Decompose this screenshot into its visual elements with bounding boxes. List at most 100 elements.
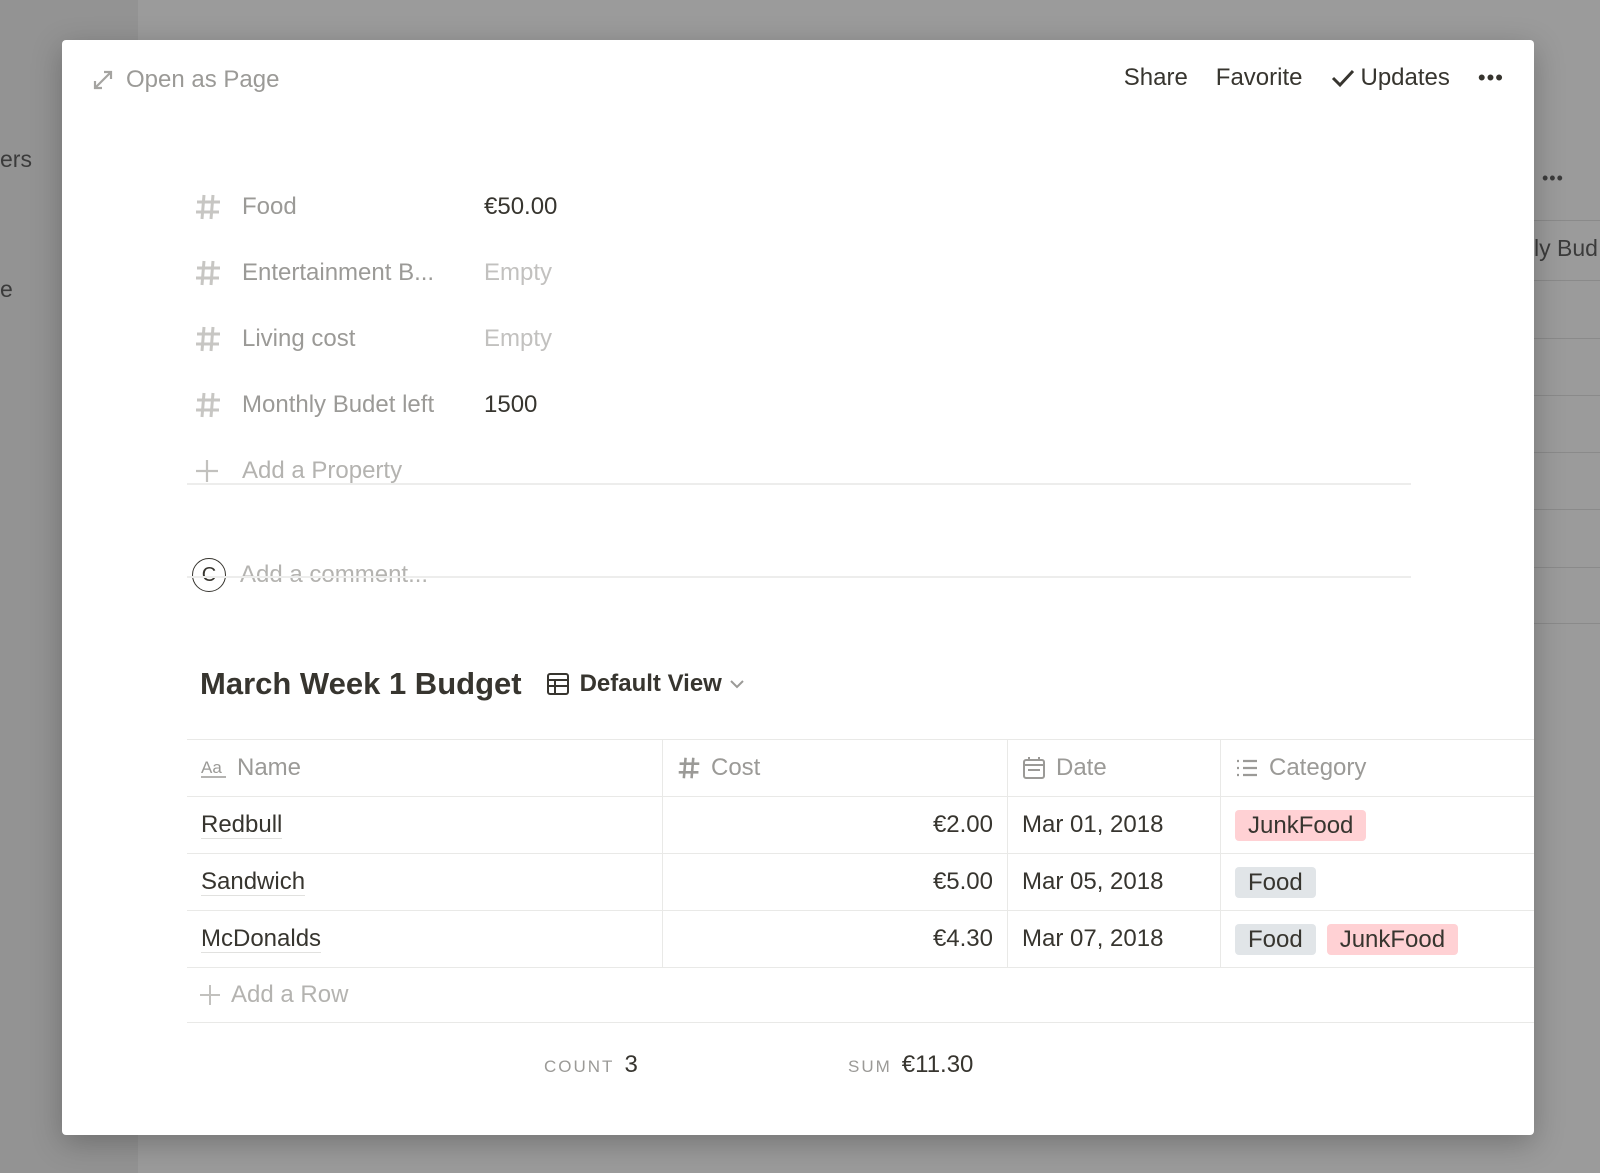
property-value[interactable]: Empty bbox=[484, 259, 552, 287]
section-divider bbox=[187, 483, 1411, 485]
share-button[interactable]: Share bbox=[1124, 64, 1188, 92]
count-label: COUNT bbox=[544, 1057, 615, 1076]
chevron-down-icon bbox=[730, 680, 744, 689]
table-row[interactable]: McDonalds €4.30 Mar 07, 2018 Food JunkFo… bbox=[187, 911, 1534, 968]
date-cell[interactable]: Mar 07, 2018 bbox=[1008, 911, 1221, 967]
updates-button[interactable]: Updates bbox=[1331, 64, 1450, 92]
number-hash-icon bbox=[192, 325, 242, 353]
count-aggregate[interactable]: COUNT 3 bbox=[544, 1051, 638, 1079]
table-row[interactable]: Sandwich €5.00 Mar 05, 2018 Food bbox=[187, 854, 1534, 911]
property-row[interactable]: Food €50.00 bbox=[192, 174, 1392, 240]
background-text: e bbox=[0, 276, 13, 302]
add-property-button[interactable]: Add a Property bbox=[192, 438, 1392, 504]
expand-arrows-icon bbox=[93, 70, 113, 90]
property-value[interactable]: Empty bbox=[484, 325, 552, 353]
database-table: Aa Name Cost Date Category Redbull €2.00… bbox=[187, 739, 1534, 1023]
background-more-icon: ••• bbox=[1542, 168, 1564, 188]
add-row-button[interactable]: Add a Row bbox=[187, 968, 1534, 1023]
sum-label: SUM bbox=[848, 1057, 892, 1076]
favorite-button[interactable]: Favorite bbox=[1216, 64, 1303, 92]
property-name: Living cost bbox=[242, 325, 356, 352]
section-divider bbox=[187, 576, 1411, 578]
background-divider bbox=[1534, 509, 1600, 510]
cost-cell[interactable]: €4.30 bbox=[663, 911, 1008, 967]
background-divider bbox=[1534, 395, 1600, 396]
background-divider bbox=[1534, 220, 1600, 221]
property-name: Food bbox=[242, 193, 297, 220]
properties-list: Food €50.00 Entertainment B... Empty Liv… bbox=[192, 174, 1392, 504]
background-text: ly Bud bbox=[1534, 235, 1598, 261]
date-cell[interactable]: Mar 05, 2018 bbox=[1008, 854, 1221, 910]
table-header-row: Aa Name Cost Date Category bbox=[187, 739, 1534, 797]
database-header: March Week 1 Budget Default View bbox=[200, 666, 754, 702]
background-divider bbox=[1534, 338, 1600, 339]
column-header-date[interactable]: Date bbox=[1008, 740, 1221, 796]
name-cell[interactable]: Redbull bbox=[187, 797, 663, 853]
category-cell[interactable]: JunkFood bbox=[1221, 797, 1534, 853]
column-header-name[interactable]: Aa Name bbox=[187, 740, 663, 796]
property-value[interactable]: 1500 bbox=[484, 391, 537, 419]
table-view-icon bbox=[546, 673, 569, 695]
svg-text:Aa: Aa bbox=[201, 758, 222, 777]
row-name[interactable]: Redbull bbox=[201, 811, 283, 839]
plus-icon bbox=[192, 458, 242, 484]
open-as-page-button[interactable]: Open as Page bbox=[92, 66, 279, 94]
background-divider bbox=[1534, 452, 1600, 453]
table-row[interactable]: Redbull €2.00 Mar 01, 2018 JunkFood bbox=[187, 797, 1534, 854]
date-cell[interactable]: Mar 01, 2018 bbox=[1008, 797, 1221, 853]
open-as-page-label: Open as Page bbox=[126, 66, 280, 93]
background-divider bbox=[1534, 280, 1600, 281]
text-type-icon: Aa bbox=[201, 758, 226, 778]
favorite-label: Favorite bbox=[1215, 64, 1303, 91]
database-title[interactable]: March Week 1 Budget bbox=[200, 666, 522, 702]
column-header-category[interactable]: Category bbox=[1221, 740, 1534, 796]
comment-placeholder: Add a comment... bbox=[240, 561, 429, 588]
category-tag: Food bbox=[1235, 923, 1316, 955]
list-icon bbox=[1237, 759, 1257, 777]
topbar-actions: Share Favorite Updates ••• bbox=[1096, 64, 1504, 92]
view-selector-label: Default View bbox=[579, 670, 722, 697]
property-row[interactable]: Entertainment B... Empty bbox=[192, 240, 1392, 306]
property-name: Monthly Budet left bbox=[242, 391, 435, 418]
calendar-icon bbox=[1023, 757, 1045, 779]
modal-topbar: Open as Page Share Favorite Updates ••• bbox=[62, 40, 1534, 118]
count-value: 3 bbox=[624, 1051, 638, 1078]
page-peek-modal: Open as Page Share Favorite Updates ••• … bbox=[62, 40, 1534, 1135]
comment-input[interactable]: C Add a comment... bbox=[192, 558, 428, 592]
checkmark-icon bbox=[1331, 69, 1354, 88]
category-cell[interactable]: Food JunkFood bbox=[1221, 911, 1534, 967]
background-divider bbox=[1534, 623, 1600, 624]
category-tag: Food bbox=[1235, 866, 1316, 898]
background-divider bbox=[1534, 567, 1600, 568]
column-header-cost[interactable]: Cost bbox=[663, 740, 1008, 796]
number-hash-icon bbox=[192, 391, 242, 419]
column-label: Date bbox=[1056, 754, 1107, 781]
column-label: Name bbox=[237, 754, 302, 781]
row-name[interactable]: Sandwich bbox=[201, 868, 306, 896]
sum-aggregate[interactable]: SUM €11.30 bbox=[848, 1051, 973, 1079]
property-row[interactable]: Monthly Budet left 1500 bbox=[192, 372, 1392, 438]
cost-cell[interactable]: €2.00 bbox=[663, 797, 1008, 853]
view-selector[interactable]: Default View bbox=[546, 670, 754, 698]
property-value[interactable]: €50.00 bbox=[484, 193, 557, 221]
avatar: C bbox=[192, 558, 226, 592]
cost-cell[interactable]: €5.00 bbox=[663, 854, 1008, 910]
number-hash-icon bbox=[192, 259, 242, 287]
name-cell[interactable]: Sandwich bbox=[187, 854, 663, 910]
property-row[interactable]: Living cost Empty bbox=[192, 306, 1392, 372]
sum-value: €11.30 bbox=[901, 1051, 974, 1078]
add-property-label: Add a Property bbox=[242, 457, 403, 484]
category-tag: JunkFood bbox=[1235, 809, 1367, 841]
more-options-icon[interactable]: ••• bbox=[1478, 65, 1504, 91]
number-hash-icon bbox=[678, 757, 700, 779]
name-cell[interactable]: McDonalds bbox=[187, 911, 663, 967]
category-tag: JunkFood bbox=[1326, 923, 1459, 955]
category-cell[interactable]: Food bbox=[1221, 854, 1534, 910]
share-label: Share bbox=[1123, 64, 1188, 91]
updates-label: Updates bbox=[1360, 64, 1450, 91]
number-hash-icon bbox=[192, 193, 242, 221]
add-row-label: Add a Row bbox=[231, 981, 349, 1008]
background-text: ers bbox=[0, 146, 32, 172]
plus-icon bbox=[200, 985, 220, 1005]
row-name[interactable]: McDonalds bbox=[201, 925, 322, 953]
